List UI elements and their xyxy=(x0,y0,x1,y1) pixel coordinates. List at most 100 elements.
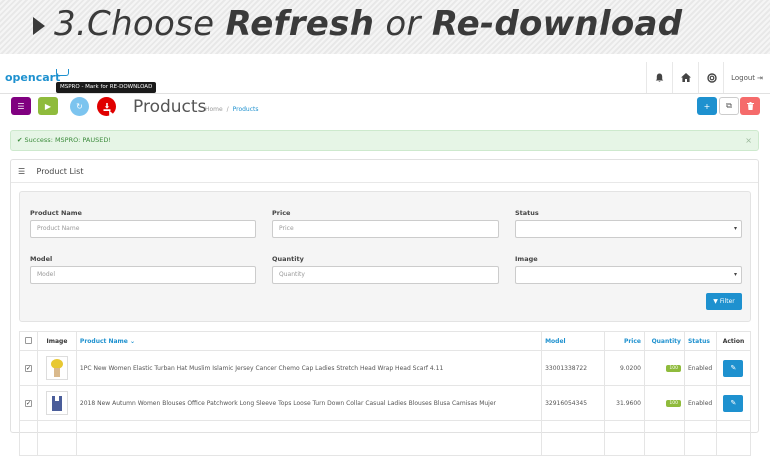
image-select[interactable]: ▾ xyxy=(515,266,742,284)
alert-text: Success: MSPRO: PAUSED! xyxy=(24,136,111,144)
success-alert: ✔ Success: MSPRO: PAUSED! × xyxy=(10,130,759,151)
model-cell xyxy=(541,420,606,456)
quantity-input[interactable]: Quantity xyxy=(272,266,499,284)
filter-panel: Product Name Product Name Price Price St… xyxy=(19,191,751,322)
cart-logo-icon xyxy=(56,69,69,76)
banner-word-redownload: Re-download xyxy=(431,4,683,44)
product-thumbnail xyxy=(45,356,68,380)
bell-icon[interactable] xyxy=(646,62,672,93)
page-title: Products xyxy=(133,97,207,117)
mspro-menu-button[interactable]: ☰ xyxy=(11,97,31,115)
product-name-cell: 1PC New Women Elastic Turban Hat Muslim … xyxy=(75,350,543,386)
funnel-icon: ▼ xyxy=(713,298,718,305)
product-name-cell xyxy=(75,420,543,456)
product-image-cell xyxy=(36,420,77,456)
column-product-name[interactable]: Product Name ⌄ xyxy=(75,331,543,351)
panel-heading: ☰ Product List xyxy=(11,160,758,183)
column-image: Image xyxy=(36,331,77,351)
plus-icon: + xyxy=(703,101,711,111)
mspro-refresh-button[interactable]: ↻ xyxy=(70,97,89,116)
sort-down-icon: ⌄ xyxy=(129,337,135,345)
status-label: Status xyxy=(515,209,539,217)
row-checkbox[interactable]: ✓ xyxy=(24,399,32,407)
breadcrumb-home[interactable]: Home xyxy=(205,106,223,113)
status-cell: Enabled xyxy=(683,385,717,421)
price-cell xyxy=(604,420,645,456)
price-cell: 31.9600 xyxy=(604,385,645,421)
list-icon: ☰ xyxy=(18,167,26,176)
edit-button[interactable]: ✎ xyxy=(723,359,744,377)
add-new-button[interactable]: + xyxy=(697,97,717,115)
table-row: ✓ 1PC New Women Elastic Turban Hat Musli… xyxy=(19,350,752,386)
play-small-icon: ▶ xyxy=(44,101,52,111)
table-header-row: Image Product Name ⌄ Model Price Quantit… xyxy=(19,331,752,351)
price-input[interactable]: Price xyxy=(272,220,499,238)
quantity-cell: 100 xyxy=(643,385,685,421)
quantity-cell xyxy=(643,420,685,456)
table-row: ✓ 2018 New Autumn Women Blouses Office P… xyxy=(19,385,752,421)
sign-out-icon: ⇥ xyxy=(757,73,763,82)
logout-label: Logout xyxy=(731,73,756,82)
model-cell: 33001338722 xyxy=(541,350,606,386)
product-image-cell xyxy=(36,385,77,421)
breadcrumb: Home / Products xyxy=(205,106,259,113)
select-all-checkbox-cell xyxy=(19,331,38,351)
model-label: Model xyxy=(30,255,53,263)
price-label: Price xyxy=(272,209,291,217)
column-price[interactable]: Price xyxy=(604,331,645,351)
select-all-checkbox[interactable] xyxy=(24,336,32,344)
row-checkbox-cell: ✓ xyxy=(19,350,38,386)
caret-down-icon: ▾ xyxy=(733,271,737,278)
product-thumbnail xyxy=(45,391,68,415)
panel-title: Product List xyxy=(36,167,84,176)
product-name-cell: 2018 New Autumn Women Blouses Office Pat… xyxy=(75,385,543,421)
image-label: Image xyxy=(515,255,538,263)
quantity-badge: 100 xyxy=(666,400,681,407)
copy-icon: ⧉ xyxy=(726,101,732,110)
copy-button[interactable]: ⧉ xyxy=(719,97,739,115)
column-product-name-label: Product Name xyxy=(79,337,128,345)
status-cell xyxy=(683,420,717,456)
logout-link[interactable]: Logout ⇥ xyxy=(723,62,770,93)
pencil-icon: ✎ xyxy=(730,364,737,372)
check-circle-icon: ✔ xyxy=(17,136,23,144)
help-lifebuoy-icon[interactable] xyxy=(698,62,724,93)
product-list-panel: ☰ Product List Product Name Product Name… xyxy=(10,159,759,456)
model-input[interactable]: Model xyxy=(30,266,256,284)
status-cell: Enabled xyxy=(683,350,717,386)
column-model[interactable]: Model xyxy=(541,331,606,351)
pencil-icon: ✎ xyxy=(730,399,737,407)
column-status[interactable]: Status xyxy=(683,331,717,351)
row-checkbox[interactable]: ✓ xyxy=(24,364,32,372)
breadcrumb-separator: / xyxy=(226,106,229,113)
filter-button-label: Filter xyxy=(719,298,735,305)
home-icon[interactable] xyxy=(672,62,698,93)
column-quantity[interactable]: Quantity xyxy=(643,331,685,351)
product-image-cell xyxy=(36,350,77,386)
caret-down-icon: ▾ xyxy=(733,225,737,232)
banner-step: 3.Choose xyxy=(54,4,215,44)
refresh-icon: ↻ xyxy=(76,102,83,111)
quantity-label: Quantity xyxy=(272,255,304,263)
table-row xyxy=(19,420,752,456)
action-cell: ✎ xyxy=(715,385,752,421)
mspro-play-button[interactable]: ▶ xyxy=(38,97,58,115)
filter-button[interactable]: ▼ Filter xyxy=(706,293,742,310)
redownload-tooltip: MSPRO - Mark for RE-DOWNLOAD xyxy=(56,82,157,93)
action-cell: ✎ xyxy=(715,350,752,386)
banner-word-refresh: Refresh xyxy=(225,4,375,44)
trash-icon xyxy=(746,102,754,110)
model-cell: 32916054345 xyxy=(541,385,606,421)
product-name-label: Product Name xyxy=(30,209,82,217)
delete-button[interactable] xyxy=(740,97,760,115)
status-select[interactable]: ▾ xyxy=(515,220,742,238)
breadcrumb-products[interactable]: Products xyxy=(233,106,259,113)
opencart-logo[interactable]: opencart xyxy=(5,71,60,84)
edit-button[interactable]: ✎ xyxy=(723,394,744,412)
product-name-input[interactable]: Product Name xyxy=(30,220,256,238)
column-action: Action xyxy=(715,331,752,351)
alert-close-button[interactable]: × xyxy=(745,131,752,150)
instruction-banner: 3.Choose Refresh or Re-download xyxy=(0,0,770,54)
row-checkbox-cell: ✓ xyxy=(19,385,38,421)
action-cell xyxy=(715,420,752,456)
